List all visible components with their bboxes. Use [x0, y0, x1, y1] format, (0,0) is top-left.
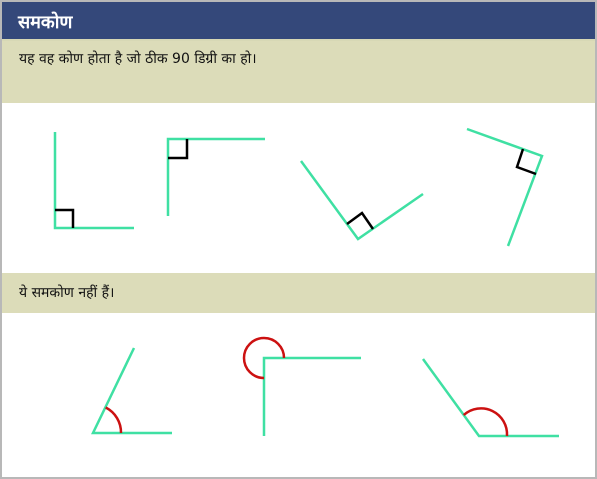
angle-rays: [262, 356, 361, 436]
angle-rays: [466, 127, 544, 247]
angle-rays: [421, 358, 559, 438]
right-angle-figure-4: [466, 127, 544, 247]
angle-rays: [91, 347, 172, 435]
right-angle-marker: [346, 211, 375, 230]
angle-rays: [166, 137, 265, 216]
angle-rays: [53, 132, 134, 230]
right-angle-marker: [55, 208, 75, 228]
right-angle-figure-1: [53, 132, 134, 230]
angle-arc: [105, 406, 123, 434]
angle-rays: [299, 160, 424, 241]
right-angle-marker: [168, 139, 189, 160]
angle-figures: [53, 127, 559, 438]
reflex-angle-figure: [242, 336, 361, 436]
obtuse-angle-figure: [421, 358, 559, 438]
right-angle-figure-3: [299, 160, 424, 241]
acute-angle-figure: [91, 347, 172, 435]
right-angle-figure-2: [166, 137, 265, 216]
